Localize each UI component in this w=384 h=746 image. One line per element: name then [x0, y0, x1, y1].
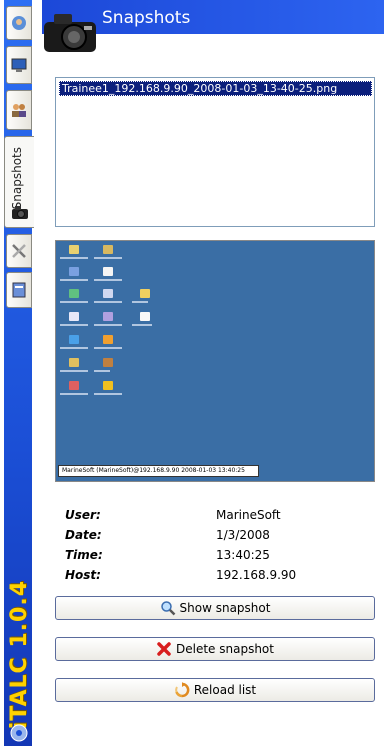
sidebar: Snapshots iTALC 1.0.4 — [0, 0, 42, 746]
reload-icon — [175, 682, 190, 698]
sidebar-tab-config[interactable] — [6, 234, 32, 268]
sidebar-tab-users[interactable] — [6, 90, 32, 130]
desktop-icon — [103, 358, 113, 367]
show-snapshot-label: Show snapshot — [179, 601, 271, 615]
camera-icon — [12, 206, 28, 219]
italc-logo-icon — [10, 724, 28, 742]
page-title: Snapshots — [102, 8, 191, 28]
user-value: MarineSoft — [216, 508, 281, 522]
info-row-host: Host: 192.168.9.90 — [65, 568, 365, 588]
list-item[interactable]: Trainee1_192.168.9.90_2008-01-03_13-40-2… — [59, 81, 372, 96]
desktop-icon — [103, 381, 113, 390]
reload-list-button[interactable]: Reload list — [55, 678, 375, 702]
delete-snapshot-label: Delete snapshot — [176, 642, 274, 656]
desktop-icon — [103, 312, 113, 321]
desktop-icon — [103, 335, 113, 344]
desktop-icon — [103, 245, 113, 254]
sidebar-tab-about[interactable] — [6, 272, 32, 308]
desktop-icon — [69, 289, 79, 298]
desktop-icon — [69, 267, 79, 276]
desktop-icon — [69, 312, 79, 321]
app-logo-text: iTALC 1.0.4 — [6, 580, 32, 730]
desktop-icon — [69, 381, 79, 390]
help-icon — [12, 282, 26, 298]
time-label: Time: — [65, 548, 103, 562]
info-row-time: Time: 13:40:25 — [65, 548, 365, 568]
desktop-icon — [69, 358, 79, 367]
desktop-icon — [140, 289, 150, 298]
monitor-icon — [11, 58, 27, 72]
sidebar-tab-overview[interactable] — [6, 6, 32, 40]
info-row-user: User: MarineSoft — [65, 508, 365, 528]
snapshot-camera-icon — [44, 14, 96, 52]
host-label: Host: — [65, 568, 101, 582]
delete-snapshot-button[interactable]: Delete snapshot — [55, 637, 375, 661]
date-label: Date: — [65, 528, 102, 542]
desktop-icon — [69, 245, 79, 254]
reload-list-label: Reload list — [193, 683, 257, 697]
show-snapshot-button[interactable]: Show snapshot — [55, 596, 375, 620]
classroom-icon — [12, 16, 26, 30]
tools-icon — [12, 244, 26, 258]
sidebar-tab-remote-control[interactable] — [6, 46, 32, 84]
date-value: 1/3/2008 — [216, 528, 270, 542]
delete-icon — [157, 642, 171, 656]
sidebar-tab-snapshots[interactable]: Snapshots — [4, 136, 34, 228]
info-row-date: Date: 1/3/2008 — [65, 528, 365, 548]
snapshot-preview: MarineSoft (MarineSoft)@192.168.9.90 200… — [55, 240, 375, 482]
magnifier-icon — [160, 601, 175, 616]
app-logo: iTALC 1.0.4 — [6, 580, 32, 730]
user-label: User: — [65, 508, 101, 522]
desktop-icon — [103, 289, 113, 298]
desktop-icon — [69, 335, 79, 344]
desktop-icon — [103, 267, 113, 276]
preview-caption: MarineSoft (MarineSoft)@192.168.9.90 200… — [58, 465, 259, 477]
host-value: 192.168.9.90 — [216, 568, 297, 582]
snapshot-file-list[interactable]: Trainee1_192.168.9.90_2008-01-03_13-40-2… — [55, 77, 375, 227]
desktop-icon — [140, 312, 150, 321]
snapshot-info: User: MarineSoft Date: 1/3/2008 Time: 13… — [65, 508, 365, 588]
time-value: 13:40:25 — [216, 548, 270, 562]
sidebar-tab-snapshots-label: Snapshots — [10, 147, 24, 210]
users-icon — [12, 104, 26, 117]
